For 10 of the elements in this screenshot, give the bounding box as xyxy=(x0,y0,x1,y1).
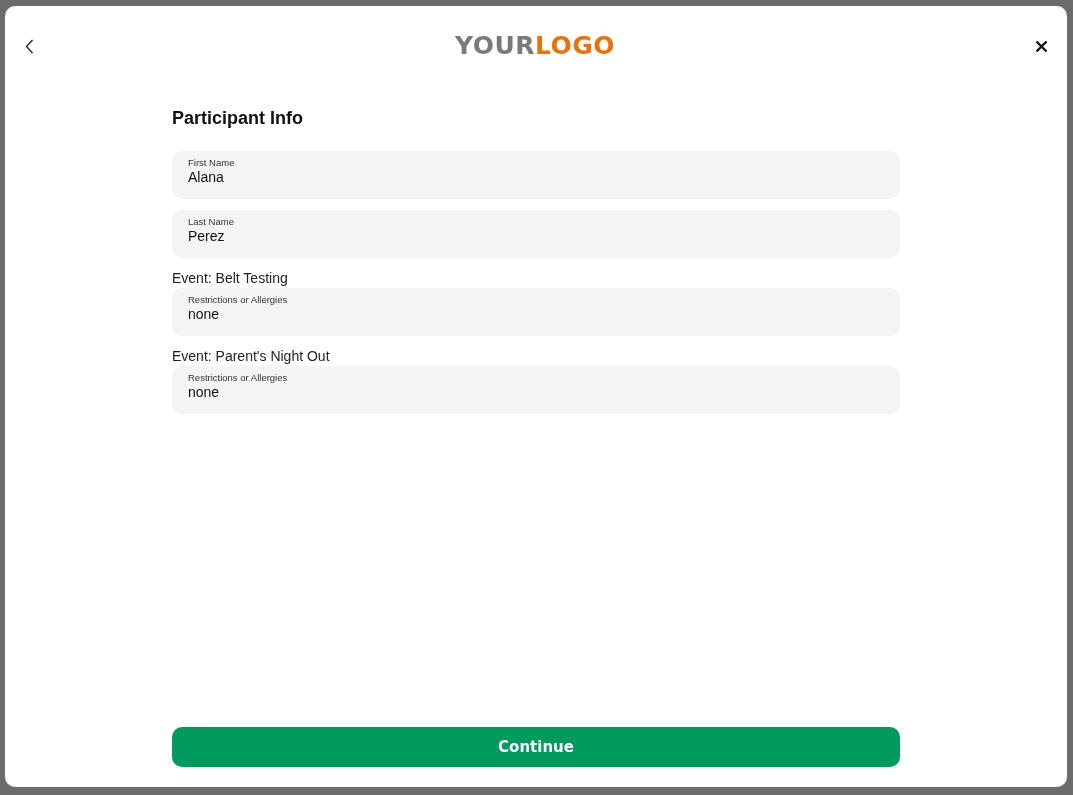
event-heading: Event: Parent's Night Out xyxy=(172,347,330,365)
text-field[interactable]: Restrictions or Allergies none xyxy=(172,366,900,414)
text-field[interactable]: Last Name Perez xyxy=(172,210,900,258)
text-field[interactable]: Restrictions or Allergies none xyxy=(172,288,900,336)
event-heading: Event: Belt Testing xyxy=(172,269,288,287)
section-title: Participant Info xyxy=(172,107,303,129)
text-field[interactable]: First Name Alana xyxy=(172,151,900,199)
continue-button[interactable]: Continue xyxy=(172,727,900,767)
logo: YOURLOGO xyxy=(454,31,616,61)
close-icon[interactable] xyxy=(1034,38,1048,54)
